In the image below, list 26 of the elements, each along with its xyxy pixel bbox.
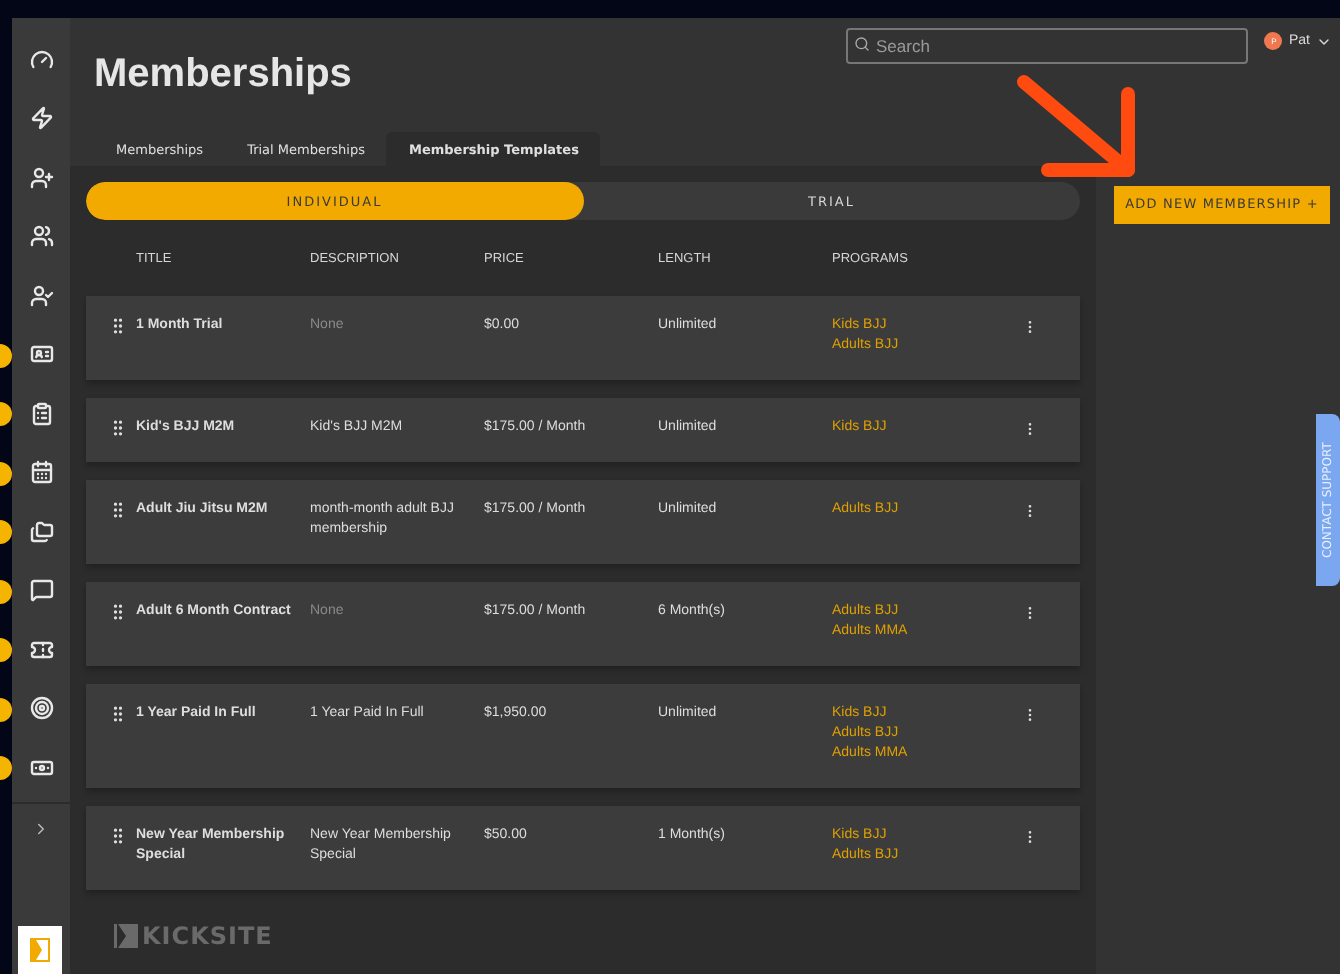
gauge-icon[interactable] xyxy=(29,47,53,72)
cash-icon[interactable] xyxy=(29,755,53,780)
user-plus-icon[interactable] xyxy=(29,165,53,190)
drag-handle-icon[interactable] xyxy=(108,826,128,846)
target-icon[interactable] xyxy=(29,696,53,721)
search-icon xyxy=(854,36,870,52)
drag-handle-icon[interactable] xyxy=(108,316,128,336)
ticket-icon[interactable] xyxy=(29,637,53,662)
id-card-icon[interactable] xyxy=(29,342,53,367)
chevron-right-icon[interactable] xyxy=(32,819,50,837)
users-icon[interactable] xyxy=(29,224,53,249)
drag-handle-icon[interactable] xyxy=(108,602,128,622)
drag-handle-icon[interactable] xyxy=(108,500,128,520)
bolt-icon[interactable] xyxy=(29,106,53,131)
clipboard-icon[interactable] xyxy=(29,401,53,426)
calendar-icon[interactable] xyxy=(29,460,53,485)
search-field[interactable]: Search xyxy=(846,28,1248,64)
brand-name: KICKSITE xyxy=(142,922,273,950)
page-title: Memberships xyxy=(94,52,352,98)
folders-icon[interactable] xyxy=(29,519,53,544)
brand-logo-icon xyxy=(18,926,62,974)
drag-handle-icon[interactable] xyxy=(108,418,128,438)
user-check-icon[interactable] xyxy=(29,283,53,308)
brand-logo-icon xyxy=(114,924,138,948)
chat-icon[interactable] xyxy=(29,578,53,603)
drag-handle-icon[interactable] xyxy=(108,704,128,724)
